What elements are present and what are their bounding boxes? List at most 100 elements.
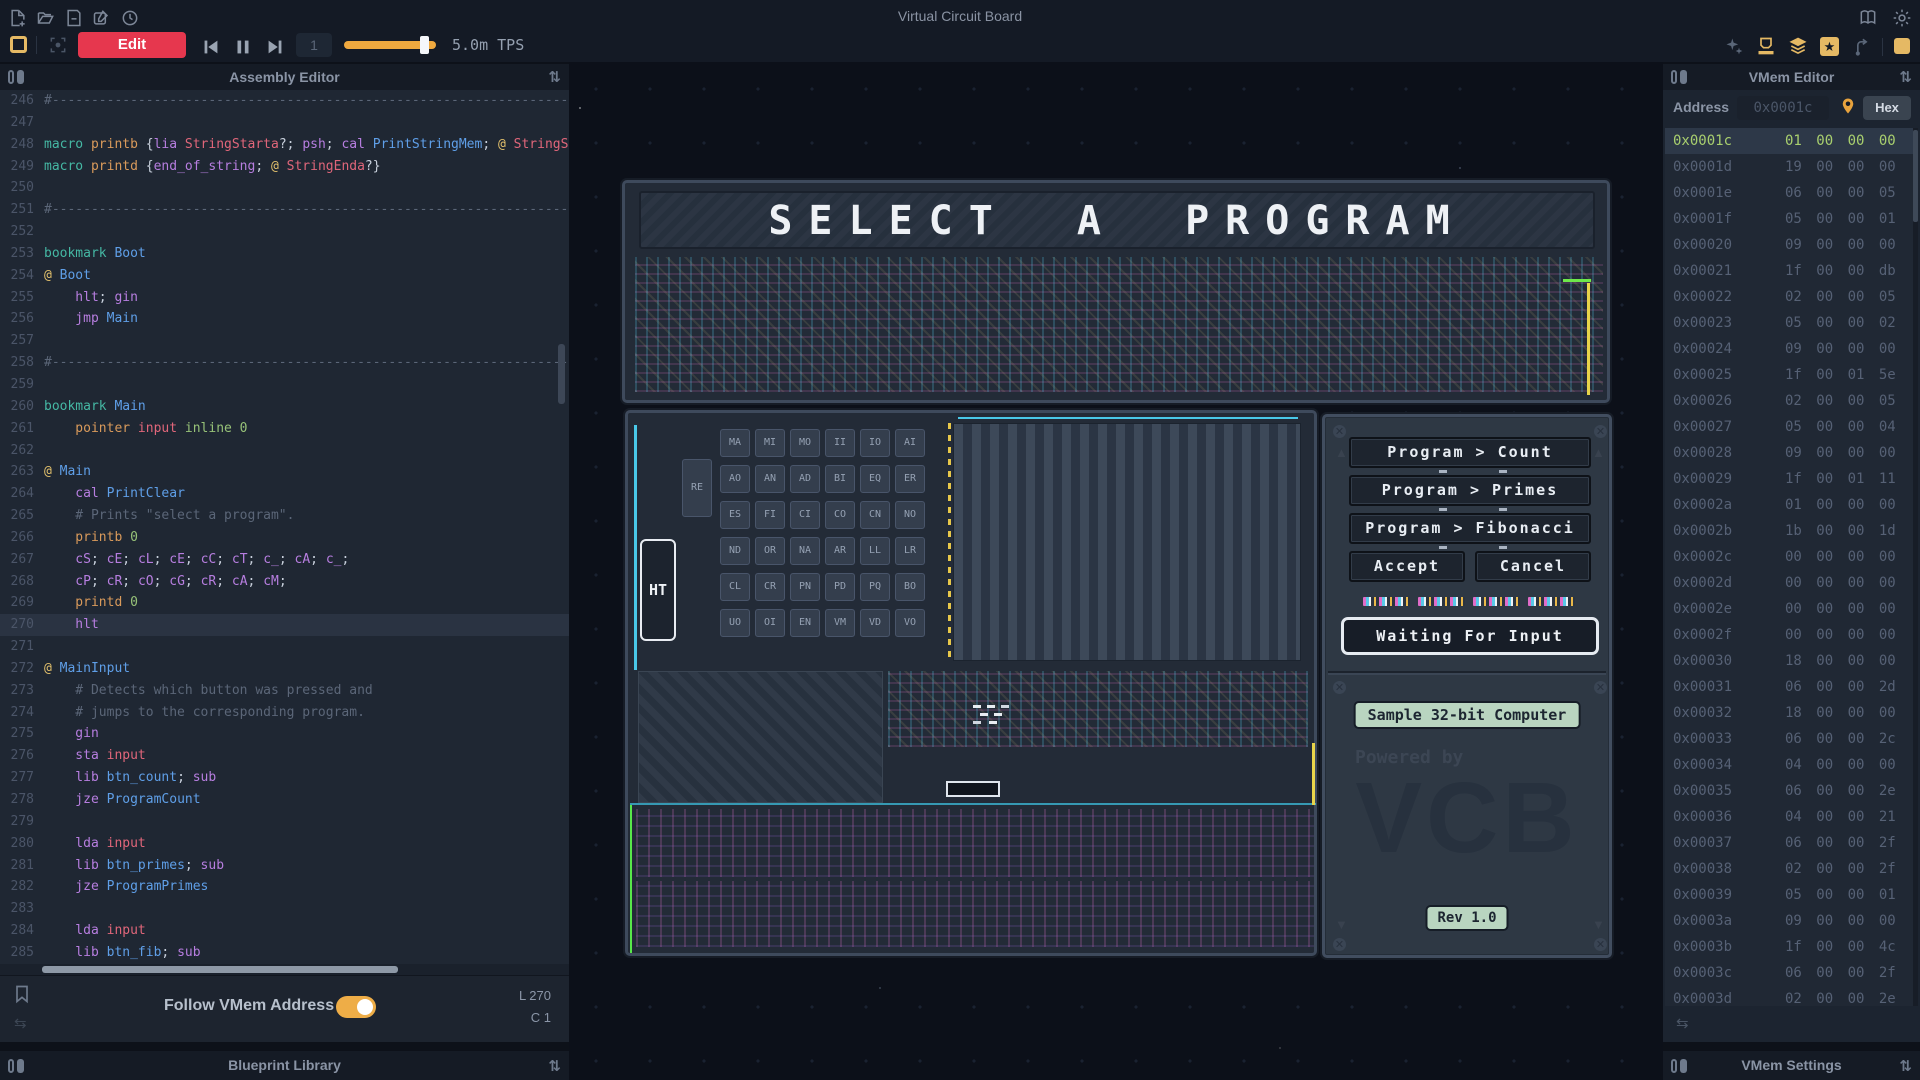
program-button-2[interactable]: Program > Primes bbox=[1349, 475, 1591, 506]
pixel-tool-icon[interactable] bbox=[10, 36, 27, 53]
code-line[interactable]: 280 lda input bbox=[0, 833, 569, 855]
settings-gear-icon[interactable] bbox=[1892, 8, 1912, 28]
code-line[interactable]: 282 jze ProgramPrimes bbox=[0, 876, 569, 898]
code-line[interactable]: 255 hlt; gin bbox=[0, 287, 569, 309]
code-line[interactable]: 258#------------------------------------… bbox=[0, 352, 569, 374]
code-line[interactable]: 254@ Boot bbox=[0, 265, 569, 287]
vmem-row[interactable]: 0x000211f 00 00 db bbox=[1665, 258, 1913, 284]
panel-resize-icon[interactable]: ⇅ bbox=[1899, 68, 1912, 86]
code-line[interactable]: 262 bbox=[0, 440, 569, 462]
vmem-row[interactable]: 0x0003905 00 00 01 bbox=[1665, 882, 1913, 908]
vmem-row[interactable]: 0x0003604 00 00 21 bbox=[1665, 804, 1913, 830]
code-line[interactable]: 270 hlt bbox=[0, 614, 569, 636]
vmem-row[interactable]: 0x0003a09 00 00 00 bbox=[1665, 908, 1913, 934]
vmem-row[interactable]: 0x0002f00 00 00 00 bbox=[1665, 622, 1913, 648]
circuit-canvas[interactable]: SELECT A PROGRAM HT REMAMIMOIIIOAIAOANAD… bbox=[569, 62, 1663, 1080]
capture-area-icon[interactable] bbox=[48, 35, 68, 55]
vmem-row[interactable]: 0x0002d00 00 00 00 bbox=[1665, 570, 1913, 596]
program-button-3[interactable]: Program > Fibonacci bbox=[1349, 513, 1591, 544]
code-line[interactable]: 283 bbox=[0, 898, 569, 920]
pause-icon[interactable] bbox=[232, 36, 254, 58]
code-line[interactable]: 248macro printb {lia StringStarta?; psh;… bbox=[0, 134, 569, 156]
vmem-row[interactable]: 0x0001f05 00 00 01 bbox=[1665, 206, 1913, 232]
code-line[interactable]: 284 lda input bbox=[0, 920, 569, 942]
code-line[interactable]: 250 bbox=[0, 177, 569, 199]
vmem-row[interactable]: 0x0002e00 00 00 00 bbox=[1665, 596, 1913, 622]
code-line[interactable]: 247 bbox=[0, 112, 569, 134]
code-line[interactable]: 276 sta input bbox=[0, 745, 569, 767]
code-line[interactable]: 269 printd 0 bbox=[0, 592, 569, 614]
effects-sparkles-icon[interactable] bbox=[1724, 36, 1744, 56]
vmem-row[interactable]: 0x0003218 00 00 00 bbox=[1665, 700, 1913, 726]
tps-slider-handle[interactable] bbox=[420, 36, 429, 54]
vmem-row[interactable]: 0x0002809 00 00 00 bbox=[1665, 440, 1913, 466]
vmem-row[interactable]: 0x0003802 00 00 2f bbox=[1665, 856, 1913, 882]
solid-square-icon[interactable] bbox=[1894, 38, 1910, 54]
code-line[interactable]: 261 pointer input inline 0 bbox=[0, 418, 569, 440]
step-back-icon[interactable] bbox=[200, 36, 222, 58]
vmem-row[interactable]: 0x0001d19 00 00 00 bbox=[1665, 154, 1913, 180]
vmem-row[interactable]: 0x0003d02 00 00 2e bbox=[1665, 986, 1913, 1006]
swap-arrows-icon[interactable]: ⇆ bbox=[1676, 1014, 1689, 1032]
vmem-row[interactable]: 0x0003404 00 00 00 bbox=[1665, 752, 1913, 778]
vmem-row[interactable]: 0x0002705 00 00 04 bbox=[1665, 414, 1913, 440]
code-line[interactable]: 279 bbox=[0, 811, 569, 833]
follow-vmem-toggle[interactable] bbox=[336, 996, 376, 1018]
code-line[interactable]: 264 cal PrintClear bbox=[0, 483, 569, 505]
code-line[interactable]: 259 bbox=[0, 374, 569, 396]
vmem-row[interactable]: 0x0002c00 00 00 00 bbox=[1665, 544, 1913, 570]
editor-vertical-scrollbar[interactable] bbox=[558, 344, 565, 404]
vmem-row[interactable]: 0x0003018 00 00 00 bbox=[1665, 648, 1913, 674]
address-input[interactable]: 0x0001c bbox=[1737, 96, 1829, 120]
vmem-row[interactable]: 0x0002409 00 00 00 bbox=[1665, 336, 1913, 362]
swap-arrows-icon[interactable]: ⇆ bbox=[14, 1014, 27, 1032]
vmem-row[interactable]: 0x0002009 00 00 00 bbox=[1665, 232, 1913, 258]
board-ht-tab[interactable]: HT bbox=[640, 539, 676, 641]
vmem-scrollbar[interactable] bbox=[1913, 130, 1918, 222]
code-line[interactable]: 260bookmark Main bbox=[0, 396, 569, 418]
code-line[interactable]: 285 lib btn_fib; sub bbox=[0, 942, 569, 963]
code-line[interactable]: 266 printb 0 bbox=[0, 527, 569, 549]
vmem-row[interactable]: 0x0003106 00 00 2d bbox=[1665, 674, 1913, 700]
vmem-row[interactable]: 0x000251f 00 01 5e bbox=[1665, 362, 1913, 388]
vmem-row[interactable]: 0x0001e06 00 00 05 bbox=[1665, 180, 1913, 206]
hex-toggle-button[interactable]: Hex bbox=[1863, 96, 1911, 120]
layers-icon[interactable] bbox=[1788, 36, 1808, 56]
tps-slider[interactable] bbox=[344, 41, 436, 49]
code-line[interactable]: 275 gin bbox=[0, 723, 569, 745]
code-editor[interactable]: 246#------------------------------------… bbox=[0, 90, 569, 963]
vmem-row[interactable]: 0x0002a01 00 00 00 bbox=[1665, 492, 1913, 518]
step-count-field[interactable]: 1 bbox=[296, 33, 332, 57]
code-line[interactable]: 267 cS; cE; cL; cE; cC; cT; c_; cA; c_; bbox=[0, 549, 569, 571]
code-line[interactable]: 271 bbox=[0, 636, 569, 658]
vmem-row[interactable]: 0x0002602 00 00 05 bbox=[1665, 388, 1913, 414]
code-line[interactable]: 246#------------------------------------… bbox=[0, 90, 569, 112]
code-line[interactable]: 253bookmark Boot bbox=[0, 243, 569, 265]
vmem-row[interactable]: 0x0003c06 00 00 2f bbox=[1665, 960, 1913, 986]
code-line[interactable]: 274 # jumps to the corresponding program… bbox=[0, 702, 569, 724]
code-line[interactable]: 257 bbox=[0, 330, 569, 352]
vmem-row[interactable]: 0x0002305 00 00 02 bbox=[1665, 310, 1913, 336]
code-line[interactable]: 263@ Main bbox=[0, 461, 569, 483]
code-line[interactable]: 278 jze ProgramCount bbox=[0, 789, 569, 811]
panel-resize-icon[interactable]: ⇅ bbox=[548, 68, 561, 86]
vmem-row[interactable]: 0x0003506 00 00 2e bbox=[1665, 778, 1913, 804]
vmem-row[interactable]: 0x0003b1f 00 00 4c bbox=[1665, 934, 1913, 960]
manual-book-icon[interactable] bbox=[1858, 8, 1878, 28]
panel-resize-icon[interactable]: ⇅ bbox=[548, 1057, 561, 1075]
code-line[interactable]: 265 # Prints "select a program". bbox=[0, 505, 569, 527]
editor-horizontal-scrollbar[interactable] bbox=[42, 966, 398, 973]
cancel-button[interactable]: Cancel bbox=[1475, 551, 1591, 582]
accept-button[interactable]: Accept bbox=[1349, 551, 1465, 582]
vmem-row[interactable]: 0x0002202 00 00 05 bbox=[1665, 284, 1913, 310]
code-line[interactable]: 249macro printd {end_of_string; @ String… bbox=[0, 156, 569, 178]
trace-route-icon[interactable] bbox=[1852, 36, 1872, 56]
bookmark-icon[interactable] bbox=[12, 984, 32, 1004]
stamp-tag-icon[interactable] bbox=[1756, 36, 1776, 56]
code-line[interactable]: 273 # Detects which button was pressed a… bbox=[0, 680, 569, 702]
favorites-star-icon[interactable]: ★ bbox=[1820, 37, 1839, 56]
vmem-row[interactable]: 0x0003706 00 00 2f bbox=[1665, 830, 1913, 856]
code-line[interactable]: 277 lib btn_count; sub bbox=[0, 767, 569, 789]
code-line[interactable]: 251#------------------------------------… bbox=[0, 199, 569, 221]
vmem-row[interactable]: 0x000291f 00 01 11 bbox=[1665, 466, 1913, 492]
